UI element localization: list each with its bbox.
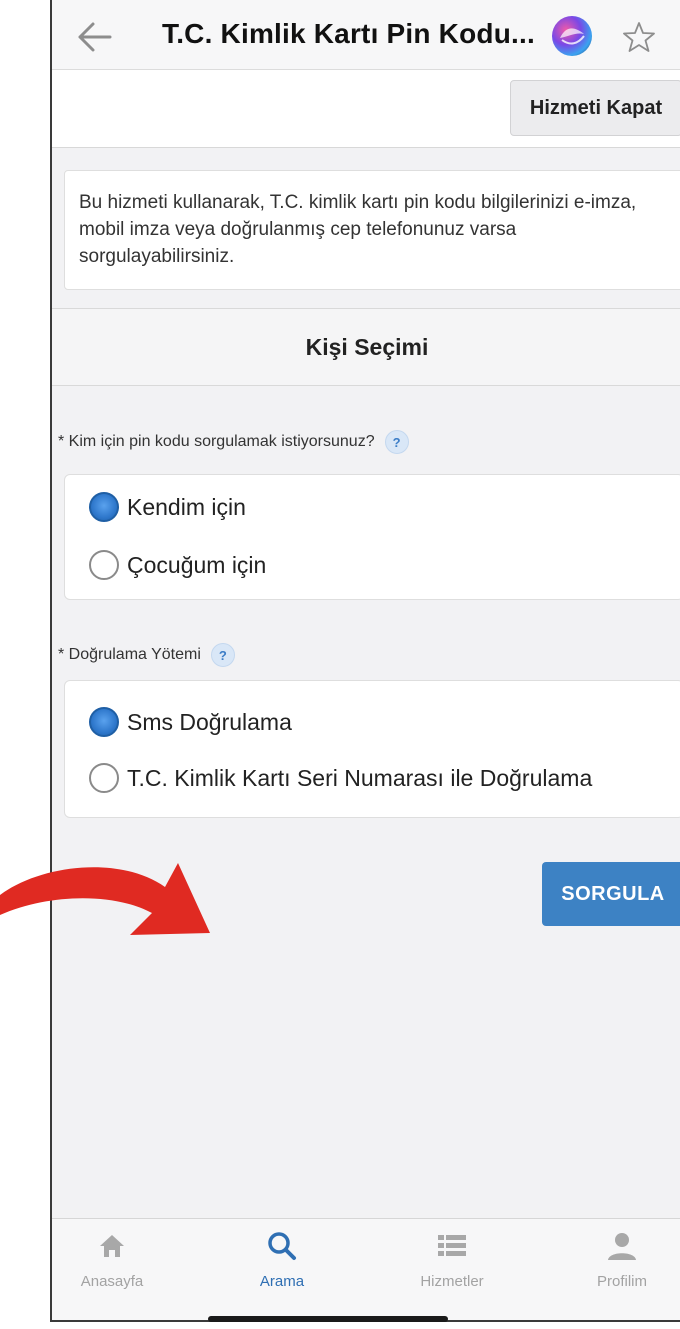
nav-item-search[interactable]: Arama — [222, 1229, 342, 1290]
radio-unchecked-icon[interactable] — [89, 763, 119, 793]
radio-checked-icon[interactable] — [89, 492, 119, 522]
service-description: Bu hizmeti kullanarak, T.C. kimlik kartı… — [64, 170, 680, 290]
nav-label: Anasayfa — [80, 1273, 144, 1290]
radio-label: T.C. Kimlik Kartı Seri Numarası ile Doğr… — [127, 764, 593, 791]
user-icon — [608, 1233, 636, 1260]
radio-label: Kendim için — [127, 493, 246, 520]
section-title: Kişi Seçimi — [305, 333, 429, 360]
radio-checked-icon[interactable] — [89, 707, 119, 737]
person-radio-group: Kendim için Çocuğum için — [64, 474, 680, 600]
radio-option-sms[interactable]: Sms Doğrulama — [89, 707, 292, 737]
star-outline-icon[interactable] — [622, 20, 656, 54]
radio-option-self[interactable]: Kendim için — [89, 492, 246, 522]
radio-label: Çocuğum için — [127, 551, 267, 578]
home-icon — [100, 1235, 124, 1257]
person-field-label: * Kim için pin kodu sorgulamak istiyorsu… — [58, 430, 409, 454]
page-title: T.C. Kimlik Kartı Pin Kodu... — [162, 18, 535, 49]
section-header: Kişi Seçimi — [52, 308, 680, 386]
bottom-nav: Anasayfa Arama Hizmetler Profilim — [52, 1218, 680, 1320]
radio-unchecked-icon[interactable] — [89, 550, 119, 580]
action-bar: Hizmeti Kapat — [52, 70, 680, 148]
list-icon — [438, 1235, 466, 1256]
search-icon — [268, 1232, 296, 1260]
arrow-left-icon[interactable] — [74, 20, 114, 54]
person-field-label-text: * Kim için pin kodu sorgulamak istiyorsu… — [58, 433, 375, 450]
verification-field-label-text: * Doğrulama Yötemi — [58, 646, 201, 663]
close-service-button[interactable]: Hizmeti Kapat — [510, 80, 680, 136]
radio-label: Sms Doğrulama — [127, 708, 292, 735]
siri-icon[interactable] — [552, 16, 592, 56]
radio-option-child[interactable]: Çocuğum için — [89, 550, 266, 580]
help-icon[interactable]: ? — [210, 643, 235, 667]
query-button[interactable]: SORGULA — [542, 862, 680, 926]
nav-item-services[interactable]: Hizmetler — [392, 1229, 512, 1290]
top-header: T.C. Kimlik Kartı Pin Kodu... — [52, 0, 680, 70]
annotation-arrow-icon — [0, 863, 210, 935]
nav-item-profile[interactable]: Profilim — [562, 1229, 680, 1290]
radio-option-serial-number[interactable]: T.C. Kimlik Kartı Seri Numarası ile Doğr… — [89, 763, 592, 793]
nav-label: Profilim — [596, 1273, 647, 1290]
home-indicator — [208, 1316, 448, 1322]
verification-radio-group: Sms Doğrulama T.C. Kimlik Kartı Seri Num… — [64, 680, 680, 818]
help-icon[interactable]: ? — [384, 430, 409, 454]
nav-label: Hizmetler — [420, 1273, 484, 1290]
verification-field-label: * Doğrulama Yötemi ? — [58, 643, 235, 667]
nav-label: Arama — [259, 1273, 305, 1290]
phone-screen: T.C. Kimlik Kartı Pin Kodu... Hizmeti Ka… — [50, 0, 680, 1322]
nav-item-home[interactable]: Anasayfa — [52, 1229, 172, 1290]
